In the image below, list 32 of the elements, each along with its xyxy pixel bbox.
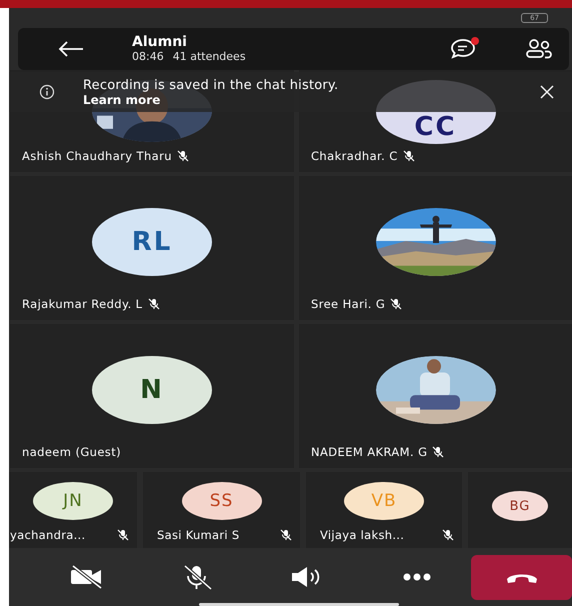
participant-name: Vijaya laksh... — [320, 528, 404, 542]
participant-tile[interactable]: VB Vijaya laksh... — [306, 472, 462, 548]
participant-name: Ashish Chaudhary Tharu — [22, 149, 172, 163]
meeting-title: Alumni — [132, 34, 188, 50]
info-icon — [39, 84, 55, 100]
participant-tile[interactable]: SS Sasi Kumari S — [143, 472, 300, 548]
participant-name: Sree Hari. G — [311, 297, 386, 311]
participant-name: NADEEM AKRAM. G — [311, 445, 428, 459]
avatar: VB — [344, 482, 424, 520]
avatar: JN — [33, 482, 113, 520]
participant-tile[interactable]: JN yachandra... — [9, 472, 137, 548]
participant-name: yachandra... — [10, 528, 86, 542]
avatar: RL — [92, 208, 212, 276]
participant-tile[interactable]: Sree Hari. G — [299, 176, 572, 320]
participant-tile[interactable]: BG — [468, 472, 572, 548]
close-icon[interactable] — [540, 85, 554, 99]
participant-name: Sasi Kumari S — [157, 528, 240, 542]
participant-tile[interactable]: NADEEM AKRAM. G — [299, 324, 572, 468]
learn-more-link[interactable]: Learn more — [83, 92, 160, 106]
avatar: SS — [182, 482, 262, 520]
participant-name: Chakradhar. C — [311, 149, 398, 163]
avatar: BG — [492, 491, 548, 521]
participant-tile[interactable]: N nadeem (Guest) — [10, 324, 294, 468]
avatar: N — [92, 356, 212, 424]
back-icon[interactable] — [58, 41, 84, 57]
participants-icon[interactable] — [525, 38, 553, 60]
end-call-button[interactable] — [471, 554, 572, 600]
call-duration: 08:46 — [132, 50, 164, 64]
participant-name: nadeem (Guest) — [22, 445, 121, 459]
participant-tile[interactable]: RL Rajakumar Reddy. L — [10, 176, 294, 320]
attendee-count: 41 attendees — [172, 50, 246, 64]
participant-name: Rajakumar Reddy. L — [22, 297, 142, 311]
